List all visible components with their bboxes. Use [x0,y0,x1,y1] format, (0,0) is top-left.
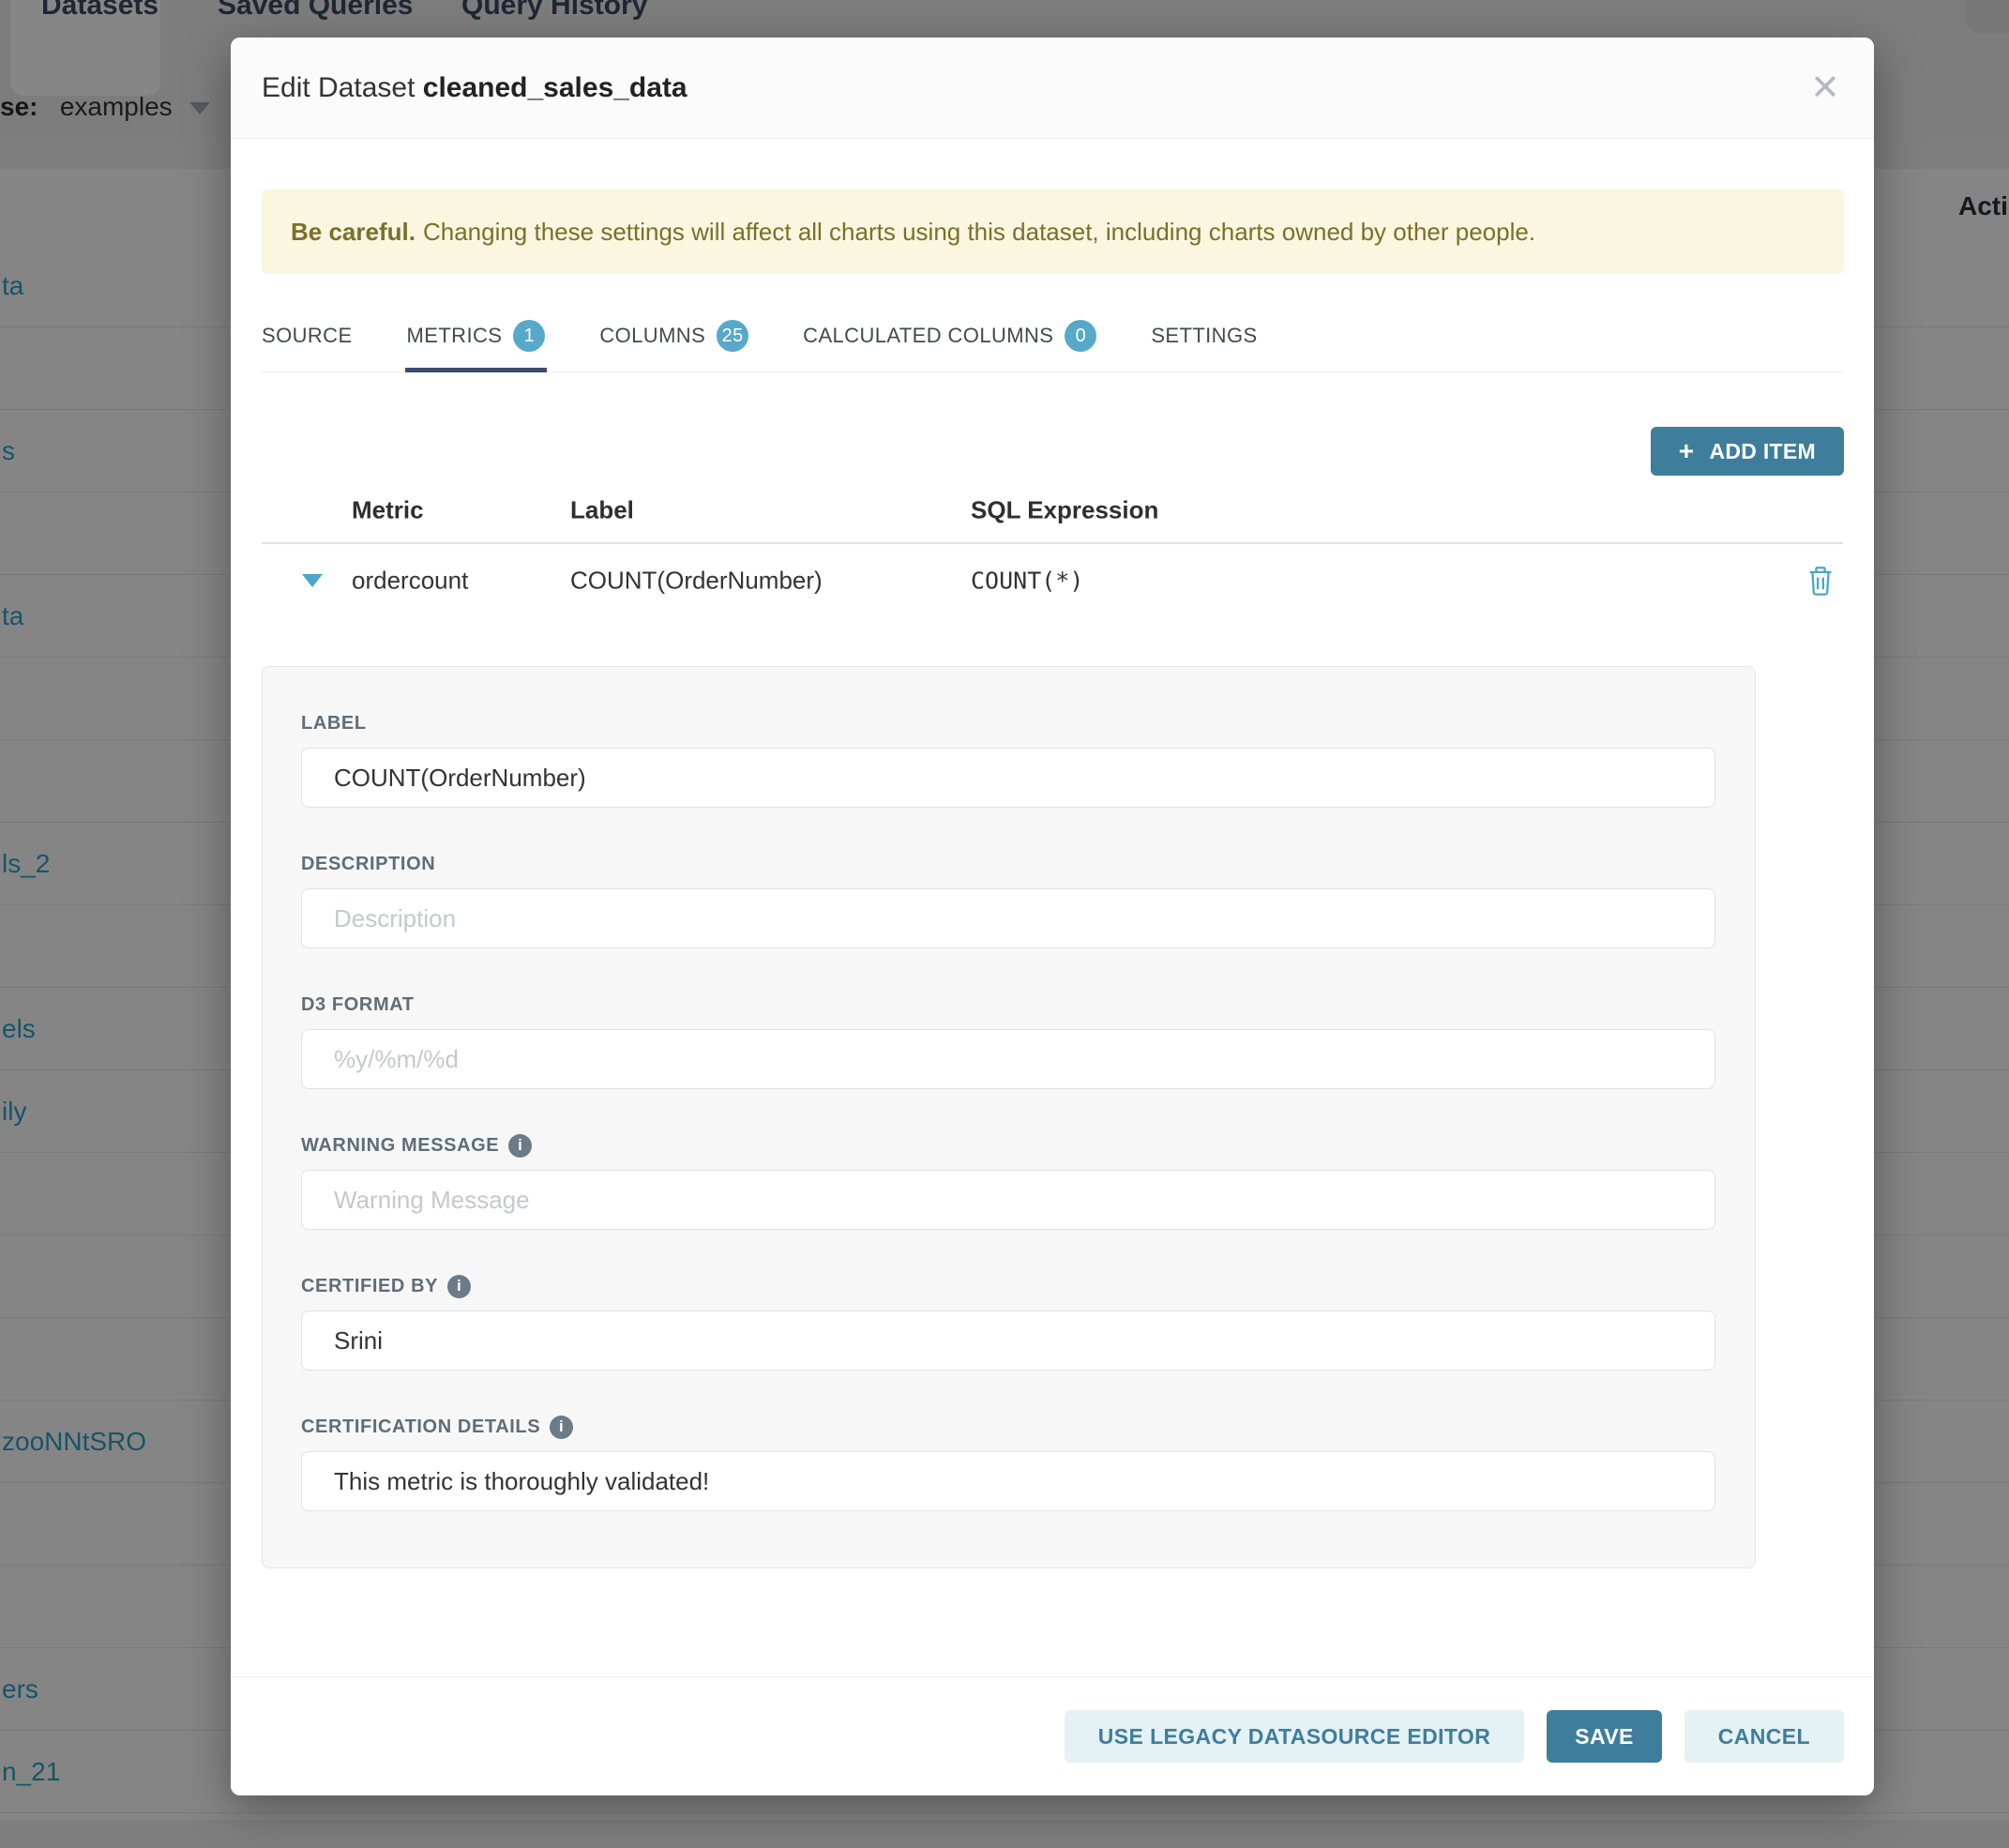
use-legacy-datasource-editor-button[interactable]: USE LEGACY DATASOURCE EDITOR [1065,1710,1524,1763]
warning-banner-bold: Be careful. [291,218,415,247]
field-certified-by: CERTIFIED BY i [301,1275,1715,1371]
field-warning-message-caption: WARNING MESSAGE [301,1135,499,1157]
certification-details-input[interactable] [301,1451,1715,1511]
metric-sql-cell: COUNT(*) [971,568,1083,595]
metrics-table-head: Metric Label SQL Expression [262,478,1843,544]
info-icon: i [447,1275,471,1298]
metric-row: ordercount COUNT(OrderNumber) COUNT(*) [262,544,1843,617]
tab-metrics-label: METRICS [407,324,503,348]
field-certified-by-caption: CERTIFIED BY [301,1276,438,1297]
field-certification-details: CERTIFICATION DETAILS i [301,1416,1715,1511]
label-input[interactable] [301,748,1715,808]
tab-settings-label: SETTINGS [1151,324,1257,348]
tab-source[interactable]: SOURCE [262,300,353,371]
modal-header: Edit Dataset cleaned_sales_data ✕ [231,38,1874,139]
column-header-label: Label [570,496,634,525]
warning-message-input[interactable] [301,1170,1715,1230]
warning-banner: Be careful. Changing these settings will… [262,189,1844,274]
description-input[interactable] [301,888,1715,948]
calculated-columns-count-badge: 0 [1065,320,1096,352]
cancel-button[interactable]: CANCEL [1684,1710,1844,1763]
field-description-caption: DESCRIPTION [301,854,435,875]
add-item-button[interactable]: + ADD ITEM [1651,427,1844,476]
warning-banner-text: Changing these settings will affect all … [423,218,1535,247]
tab-columns[interactable]: COLUMNS 25 [599,300,748,371]
column-header-sql-expression: SQL Expression [971,496,1158,525]
save-button[interactable]: SAVE [1547,1710,1662,1763]
tab-settings[interactable]: SETTINGS [1151,300,1257,371]
modal-tab-bar: SOURCE METRICS 1 COLUMNS 25 CALCULATED C… [262,300,1843,372]
modal-footer: USE LEGACY DATASOURCE EDITOR SAVE CANCEL [231,1676,1874,1795]
edit-dataset-modal: Edit Dataset cleaned_sales_data ✕ Be car… [231,38,1874,1795]
field-label-caption: LABEL [301,713,367,735]
trash-icon[interactable] [1807,566,1834,596]
metric-label-cell: COUNT(OrderNumber) [570,567,823,596]
metric-detail-panel: LABEL DESCRIPTION D3 FORMAT WARNING MESS… [262,666,1756,1568]
metrics-count-badge: 1 [513,320,545,352]
field-d3-format: D3 FORMAT [301,993,1715,1089]
plus-icon: + [1679,438,1695,464]
modal-title: Edit Dataset cleaned_sales_data [262,72,687,104]
modal-title-prefix: Edit Dataset [262,72,415,103]
field-warning-message: WARNING MESSAGE i [301,1134,1715,1230]
close-icon[interactable]: ✕ [1810,70,1840,106]
info-icon: i [508,1134,532,1158]
field-certification-details-caption: CERTIFICATION DETAILS [301,1416,540,1438]
tab-columns-label: COLUMNS [599,324,705,348]
tab-calculated-columns-label: CALCULATED COLUMNS [803,324,1053,348]
metrics-table: Metric Label SQL Expression ordercount C… [262,478,1843,617]
expand-caret-icon[interactable] [302,574,323,587]
field-d3-format-caption: D3 FORMAT [301,994,415,1016]
modal-dataset-name: cleaned_sales_data [423,72,687,103]
d3-format-input[interactable] [301,1029,1715,1089]
certified-by-input[interactable] [301,1310,1715,1371]
metric-name-cell: ordercount [352,567,468,596]
column-header-metric: Metric [352,496,424,525]
tab-calculated-columns[interactable]: CALCULATED COLUMNS 0 [803,300,1096,371]
field-description: DESCRIPTION [301,853,1715,948]
tab-metrics[interactable]: METRICS 1 [407,300,546,371]
field-label: LABEL [301,712,1715,808]
add-item-label: ADD ITEM [1709,439,1816,464]
columns-count-badge: 25 [717,320,748,352]
tab-source-label: SOURCE [262,324,353,348]
info-icon: i [550,1416,573,1439]
